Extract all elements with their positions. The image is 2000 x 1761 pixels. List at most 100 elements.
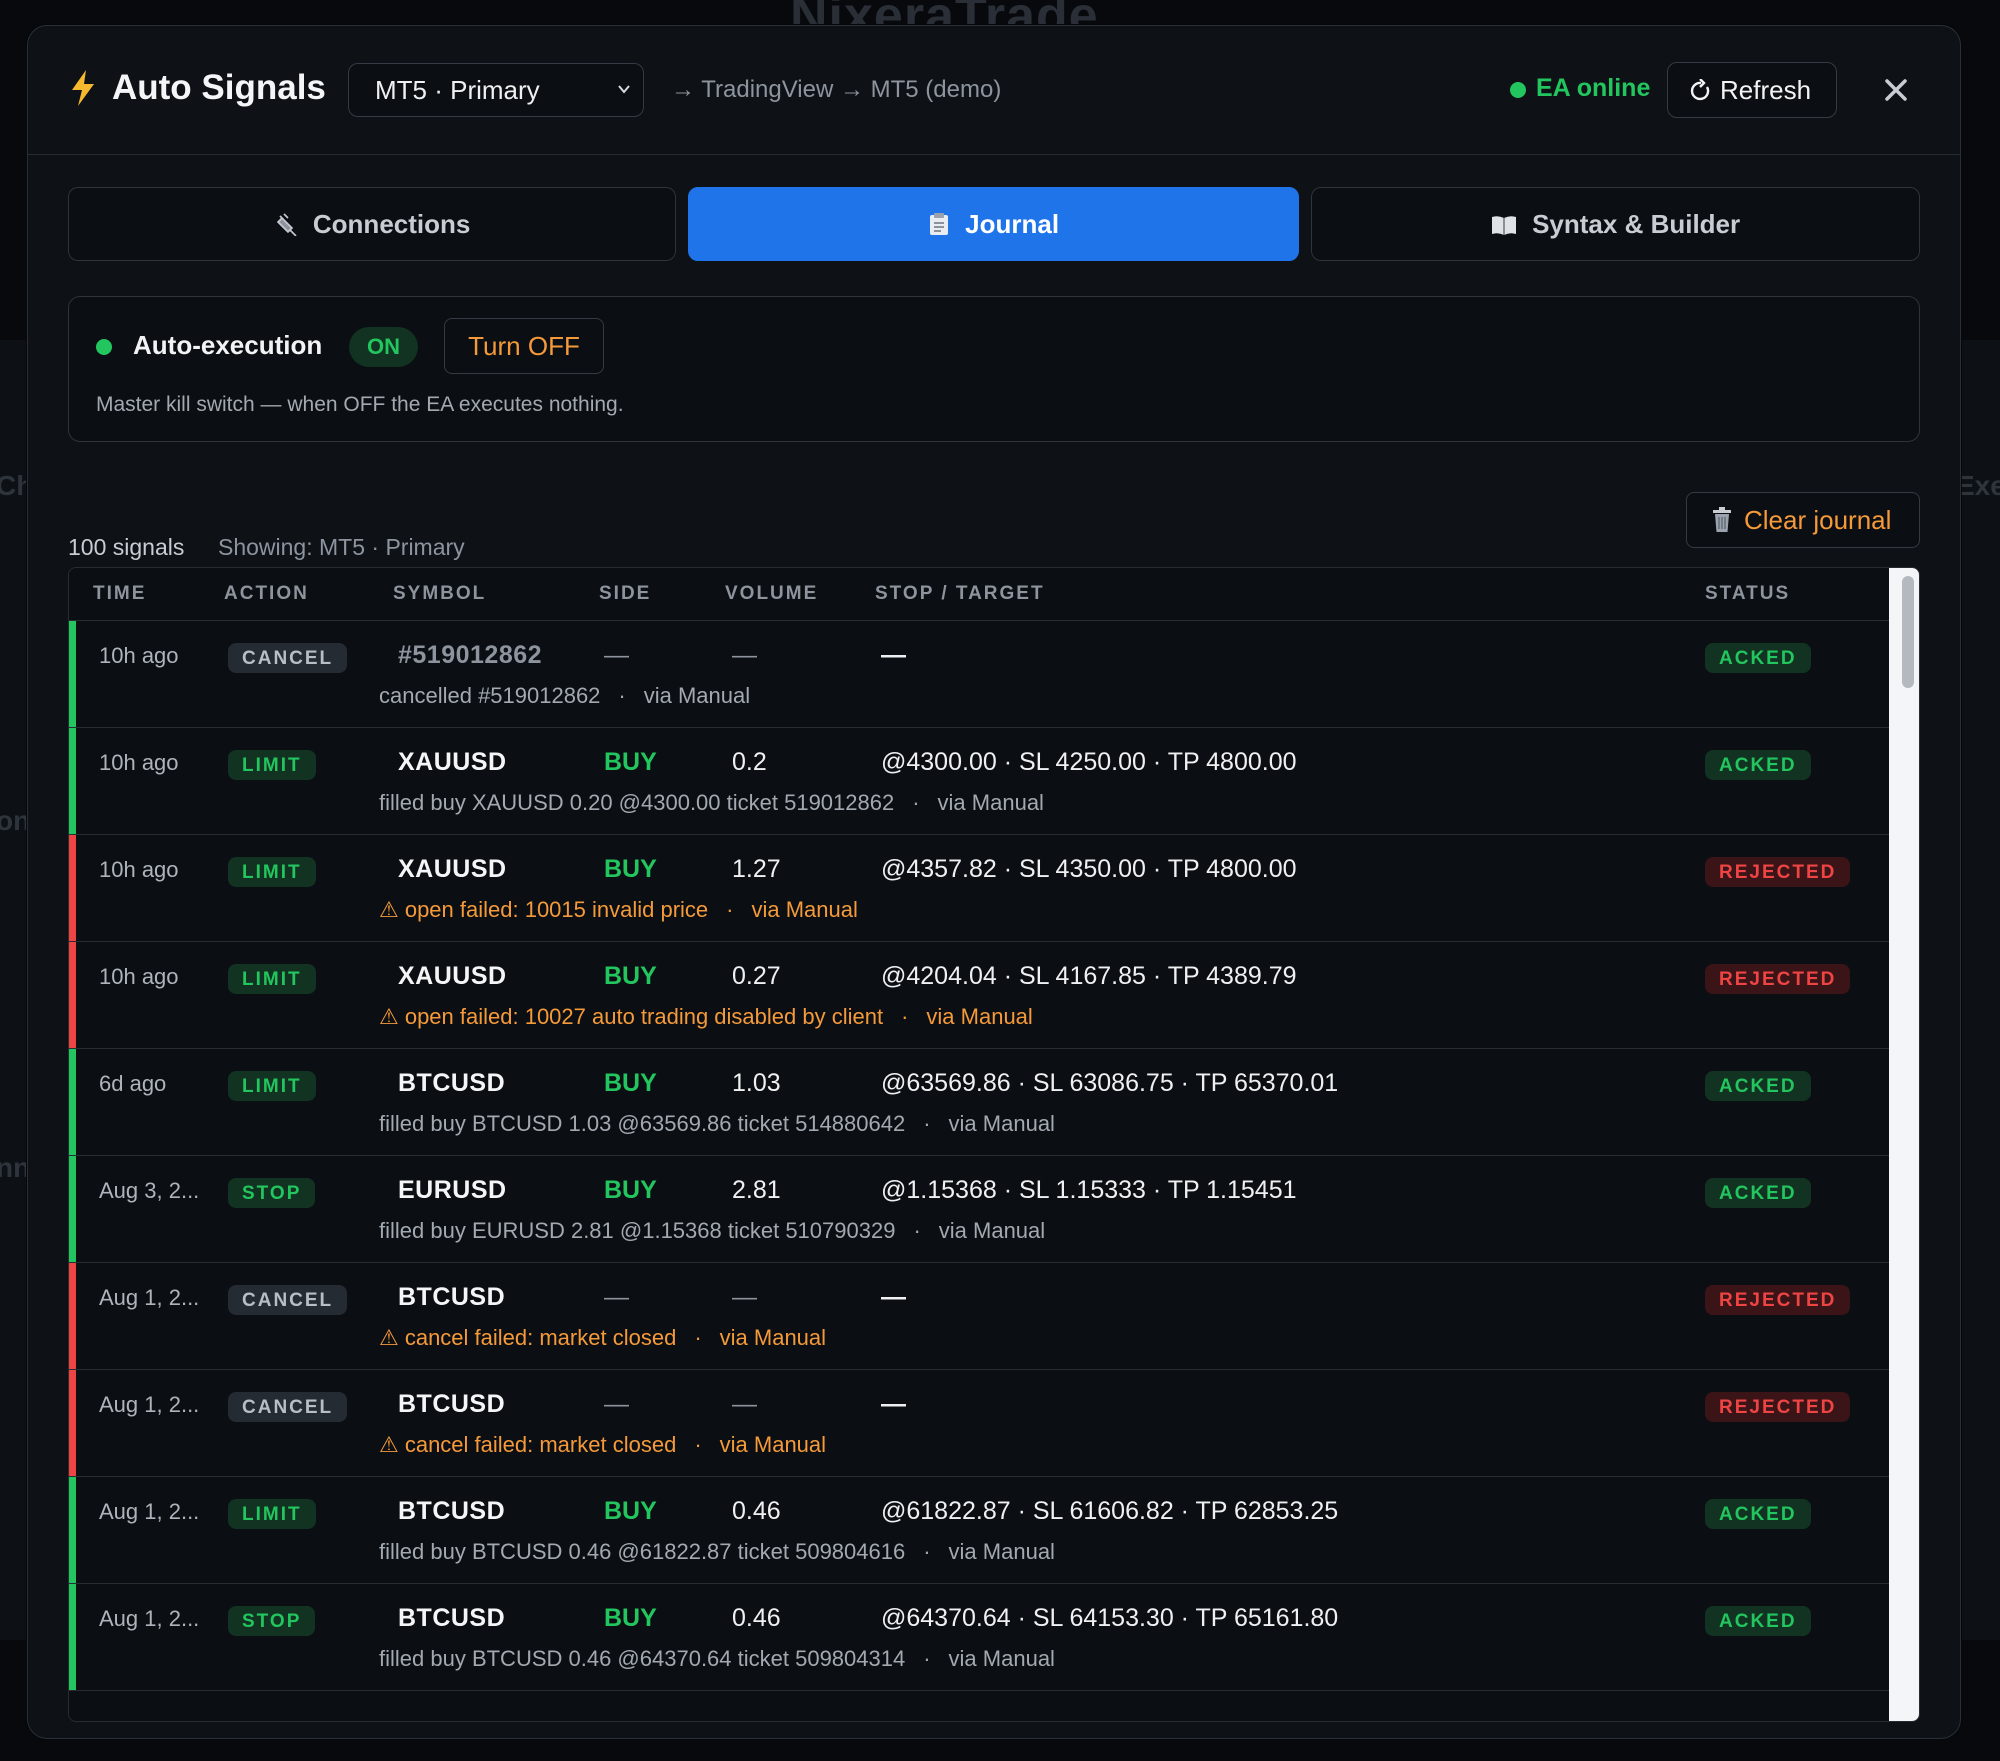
row-detail: cancelled #519012862 · via Manual — [379, 683, 750, 709]
table-row[interactable]: 10h ago LIMIT XAUUSD BUY 0.27 @4204.04 · SL 4… — [69, 942, 1889, 1049]
row-detail-separator: · — [694, 1432, 702, 1457]
row-time: 6d ago — [99, 1071, 167, 1096]
column-header-symbol: SYMBOL — [393, 583, 487, 604]
refresh-icon — [1690, 79, 1710, 101]
table-row[interactable]: Aug 1, 2... STOP BTCUSD BUY 0.46 @64370.64 · … — [69, 1584, 1889, 1691]
row-action-badge: STOP — [228, 1606, 316, 1636]
row-symbol: BTCUSD — [398, 1069, 506, 1097]
row-action-badge: CANCEL — [228, 1392, 348, 1422]
row-status-badge: ACKED — [1705, 643, 1811, 673]
row-symbol: XAUUSD — [398, 748, 507, 776]
row-detail-text: filled buy BTCUSD 1.03 @63569.86 ticket … — [379, 1111, 906, 1136]
background-panel-left — [0, 340, 26, 1640]
journal-table: TIME ACTION SYMBOL SIDE VOLUME STOP / TA… — [68, 567, 1920, 1722]
row-status-badge: ACKED — [1705, 1071, 1811, 1101]
refresh-button[interactable]: Refresh — [1667, 62, 1837, 118]
modal-header: Auto Signals MT5 · Primary → TradingView… — [28, 26, 1960, 155]
column-header-action: ACTION — [224, 583, 309, 604]
table-row[interactable]: 6d ago LIMIT BTCUSD BUY 1.03 @63569.86 · SL 6… — [69, 1049, 1889, 1156]
row-detail-separator: · — [726, 897, 734, 922]
row-detail: filled buy EURUSD 2.81 @1.15368 ticket 5… — [379, 1218, 1045, 1244]
row-side: BUY — [604, 748, 657, 776]
tab-syntax-builder[interactable]: Syntax & Builder — [1311, 187, 1920, 261]
tab-syntax-builder-label: Syntax & Builder — [1532, 209, 1741, 239]
turn-off-button[interactable]: Turn OFF — [444, 318, 604, 374]
row-action-badge: LIMIT — [228, 964, 316, 994]
row-volume: — — [732, 1283, 757, 1311]
row-detail-separator: · — [901, 1004, 909, 1029]
row-side: — — [604, 641, 629, 669]
table-body: 10h ago CANCEL #519012862— — — cancelled #519… — [69, 621, 1889, 1691]
row-time: 10h ago — [99, 964, 179, 989]
row-detail-text: filled buy BTCUSD 0.46 @61822.87 ticket … — [379, 1539, 906, 1564]
row-detail-separator: · — [923, 1646, 931, 1671]
clipboard-icon — [929, 213, 948, 235]
table-row[interactable]: Aug 1, 2... CANCEL BTCUSD — — — ⚠ cancel faile… — [69, 1370, 1889, 1477]
row-side: BUY — [604, 1176, 657, 1204]
row-time: 10h ago — [99, 643, 179, 668]
row-via: via Manual — [948, 1646, 1055, 1671]
background-fragment: on — [0, 805, 31, 836]
account-select[interactable]: MT5 · Primary — [348, 63, 644, 117]
scrollbar-thumb[interactable] — [1902, 576, 1914, 688]
row-symbol: BTCUSD — [398, 1497, 506, 1525]
row-action-badge: STOP — [228, 1178, 316, 1208]
table-row[interactable]: Aug 1, 2... CANCEL BTCUSD — — — ⚠ cancel faile… — [69, 1263, 1889, 1370]
row-time: 10h ago — [99, 857, 179, 882]
row-detail: filled buy BTCUSD 1.03 @63569.86 ticket … — [379, 1111, 1055, 1137]
table-row[interactable]: 10h ago LIMIT XAUUSD BUY 0.2 @4300.00 · SL 42… — [69, 728, 1889, 835]
row-status-bar — [69, 1263, 76, 1369]
row-time: 10h ago — [99, 750, 179, 775]
row-detail-separator: · — [618, 683, 626, 708]
row-via: via Manual — [938, 1218, 1046, 1243]
tab-journal[interactable]: Journal — [688, 187, 1299, 261]
table-row[interactable]: 10h ago CANCEL #519012862— — — cancelled #519… — [69, 621, 1889, 728]
row-symbol: XAUUSD — [398, 855, 507, 883]
tab-bar: Connections Journal Syntax & Builder — [68, 187, 1920, 261]
modal-title: Auto Signals — [112, 68, 326, 107]
row-side: BUY — [604, 855, 657, 883]
table-row[interactable]: Aug 1, 2... LIMIT BTCUSD BUY 0.46 @61822.87 ·… — [69, 1477, 1889, 1584]
row-side: BUY — [604, 1069, 657, 1097]
table-row[interactable]: 10h ago LIMIT XAUUSD BUY 1.27 @4357.82 · SL 4… — [69, 835, 1889, 942]
row-action-badge: CANCEL — [228, 643, 348, 673]
row-action-badge: LIMIT — [228, 1071, 316, 1101]
row-detail-separator: · — [923, 1111, 931, 1136]
row-side: BUY — [604, 962, 657, 990]
row-symbol: BTCUSD — [398, 1283, 506, 1311]
row-stop-target: @64370.64 · SL 64153.30 · TP 65161.80 — [881, 1604, 1339, 1632]
chevron-down-icon — [618, 85, 630, 94]
tab-connections[interactable]: Connections — [68, 187, 676, 261]
row-symbol: BTCUSD — [398, 1390, 506, 1418]
table-row[interactable]: Aug 3, 2... STOP EURUSD BUY 2.81 @1.15368 · S… — [69, 1156, 1889, 1263]
row-detail-text: filled buy BTCUSD 0.46 @64370.64 ticket … — [379, 1646, 906, 1671]
row-stop-target: @63569.86 · SL 63086.75 · TP 65370.01 — [881, 1069, 1339, 1097]
row-via: via Manual — [926, 1004, 1033, 1029]
showing-filter: Showing: MT5 · Primary — [218, 534, 465, 560]
account-select-value: MT5 · Primary — [375, 75, 540, 105]
row-volume: — — [732, 1390, 757, 1418]
row-status-bar — [69, 1477, 76, 1583]
row-detail-text: ⚠ cancel failed: market closed — [379, 1325, 677, 1350]
row-status-bar — [69, 1370, 76, 1476]
row-time: Aug 1, 2... — [99, 1392, 200, 1417]
row-detail: filled buy BTCUSD 0.46 @64370.64 ticket … — [379, 1646, 1055, 1672]
row-time: Aug 1, 2... — [99, 1499, 200, 1524]
tab-connections-label: Connections — [312, 209, 471, 239]
row-symbol: EURUSD — [398, 1176, 507, 1204]
row-detail: ⚠ cancel failed: market closed · via Manua… — [379, 1432, 826, 1458]
route-label: → TradingView → MT5 (demo) — [671, 76, 1002, 103]
row-detail-text: cancelled #519012862 — [379, 683, 601, 708]
row-detail-text: ⚠ cancel failed: market closed — [379, 1432, 677, 1457]
clear-journal-button[interactable]: Clear journal — [1686, 492, 1920, 548]
column-header-stop-target: STOP / TARGET — [875, 583, 1045, 604]
table-scrollbar[interactable] — [1889, 568, 1919, 1721]
trash-icon — [1713, 507, 1731, 532]
row-side: BUY — [604, 1604, 657, 1632]
auto-execution-description: Master kill switch — when OFF the EA exe… — [96, 393, 624, 416]
close-icon[interactable] — [1876, 70, 1916, 110]
row-volume: 1.27 — [732, 855, 781, 883]
row-stop-target: — — [881, 1283, 906, 1311]
row-detail: filled buy BTCUSD 0.46 @61822.87 ticket … — [379, 1539, 1055, 1565]
row-detail-separator: · — [913, 1218, 921, 1243]
